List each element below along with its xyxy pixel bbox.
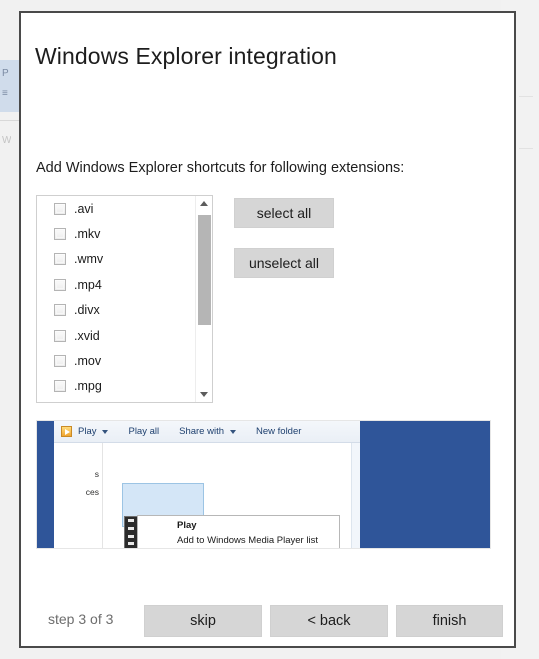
scroll-down-icon[interactable] (196, 387, 212, 402)
checkbox-wmv[interactable] (54, 253, 66, 266)
checkbox-mpg[interactable] (54, 380, 66, 393)
list-item-label: .mpg (74, 379, 102, 394)
step-indicator: step 3 of 3 (48, 611, 114, 627)
list-item[interactable]: .xvid (37, 323, 194, 348)
back-button[interactable]: < back (270, 605, 388, 637)
list-item-label: .xvid (74, 328, 100, 343)
preview-nav-item-2: ces (85, 487, 99, 497)
finish-button[interactable]: finish (396, 605, 503, 637)
list-item[interactable]: .avi (37, 196, 194, 221)
background-ghost-text-3: W (2, 135, 12, 146)
list-item[interactable]: .mov (37, 348, 194, 373)
select-all-button[interactable]: select all (234, 198, 334, 228)
checkbox-mp4[interactable] (54, 278, 66, 291)
wizard-dialog: Windows Explorer integration Add Windows… (19, 11, 516, 648)
context-menu-item-add-to-wmp: Add to Windows Media Player list (177, 535, 318, 546)
list-item-label: .mp4 (74, 277, 102, 292)
skip-button[interactable]: skip (144, 605, 262, 637)
list-item-label: .mov (74, 354, 102, 369)
preview-toolbar-play-all: Play all (128, 426, 160, 437)
background-tick-1 (519, 96, 533, 97)
checkbox-xvid[interactable] (54, 329, 66, 342)
media-play-icon (61, 426, 72, 437)
section-label: Add Windows Explorer shortcuts for follo… (36, 160, 405, 176)
page-title: Windows Explorer integration (35, 43, 337, 69)
checkbox-divx[interactable] (54, 304, 66, 317)
preview-body: s ces Play Add to Windows Media Player l… (54, 443, 406, 549)
list-item[interactable]: .mkv (37, 221, 194, 246)
checkbox-mov[interactable] (54, 355, 66, 368)
background-ghost-text-1: P (2, 68, 9, 79)
explorer-preview-image: Play Play all Share with New folder s ce… (36, 420, 491, 549)
list-item-label: .avi (74, 201, 94, 216)
preview-toolbar-new-folder: New folder (256, 426, 302, 437)
checkbox-avi[interactable] (54, 202, 66, 215)
list-item-label: .wmv (74, 252, 104, 267)
list-item[interactable]: .mp4 (37, 272, 194, 297)
preview-left-accent (37, 421, 54, 548)
preview-context-menu: Play Add to Windows Media Player list Fi… (137, 515, 340, 549)
context-menu-item-play: Play (177, 520, 197, 531)
background-tick-2 (519, 148, 533, 149)
preview-toolbar: Play Play all Share with New folder (54, 421, 360, 443)
chevron-down-icon (230, 429, 236, 434)
background-ghost-text-2: ≡ (2, 88, 8, 99)
background-divider (0, 120, 20, 121)
preview-nav-item-1: s (94, 469, 99, 479)
extension-listbox[interactable]: .avi .mkv .wmv .mp4 .divx .xvid .mov .mp… (36, 195, 213, 403)
list-item[interactable]: .wmv (37, 247, 194, 272)
list-item[interactable]: .divx (37, 298, 194, 323)
context-menu-item-find-subtitles: Find subtitles with Sublight (138, 548, 339, 549)
listbox-scrollbar[interactable] (195, 196, 212, 402)
preview-file-thumbnail-icon (124, 516, 138, 548)
checkbox-mkv[interactable] (54, 228, 66, 241)
unselect-all-button[interactable]: unselect all (234, 248, 334, 278)
preview-right-accent (360, 421, 490, 548)
preview-scrollbar (351, 443, 360, 548)
list-item-label: .divx (74, 303, 100, 318)
extension-list[interactable]: .avi .mkv .wmv .mp4 .divx .xvid .mov .mp… (37, 196, 194, 402)
list-item-label: .mkv (74, 227, 101, 242)
preview-toolbar-share-with: Share with (179, 426, 224, 437)
preview-nav-pane: s ces (54, 443, 103, 548)
scrollbar-thumb[interactable] (198, 215, 211, 325)
chevron-down-icon (102, 429, 109, 434)
scroll-up-icon[interactable] (196, 196, 212, 211)
list-item[interactable]: .mpg (37, 374, 194, 399)
preview-toolbar-play: Play (78, 426, 97, 437)
